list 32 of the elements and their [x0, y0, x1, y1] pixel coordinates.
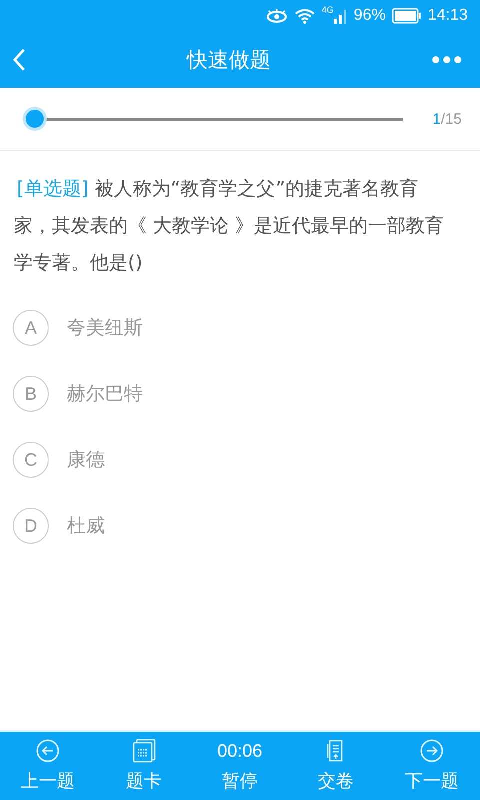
option-text: 赫尔巴特 — [67, 382, 143, 407]
answer-option[interactable]: C 康德 — [13, 442, 480, 478]
slider-thumb[interactable] — [23, 107, 47, 131]
footer-button[interactable]: 00:06 暂停 — [200, 739, 280, 793]
answer-option[interactable]: B 赫尔巴特 — [13, 376, 480, 412]
back-chevron-icon — [12, 48, 26, 72]
footer-button[interactable]: 交卷 — [296, 739, 376, 793]
battery-percent: 96% — [354, 7, 386, 25]
footer-button[interactable]: 下一题 — [392, 739, 472, 793]
question-text: [单选题] 被人称为“教育学之父”的捷克著名教育家，其发表的《 大教学论 》是近代最早的一部教育学专著。他是() — [14, 177, 446, 276]
answer-option[interactable]: A 夸美纽斯 — [13, 310, 480, 346]
option-letter: C — [13, 442, 49, 478]
option-text: 杜威 — [67, 514, 105, 539]
answer-option[interactable]: D 杜威 — [13, 508, 480, 544]
more-dots-icon — [432, 56, 462, 64]
signal-icon — [334, 8, 348, 24]
option-letter: A — [13, 310, 49, 346]
current-number: 1 — [432, 110, 442, 128]
footer-button[interactable]: 上一题 — [8, 739, 88, 793]
total-count: /15 — [441, 110, 462, 128]
wifi-icon — [294, 8, 316, 24]
footer-button[interactable]: 题卡 — [104, 739, 184, 793]
option-letter: D — [13, 508, 49, 544]
status-time: 14:13 — [428, 7, 468, 25]
option-letter: B — [13, 376, 49, 412]
eye-icon — [266, 8, 288, 24]
grid-card-icon — [132, 739, 156, 763]
page-title: 快速做题 — [187, 47, 271, 74]
option-text: 夸美纽斯 — [67, 316, 143, 341]
network-type: 4G — [322, 5, 334, 15]
battery-icon — [392, 8, 422, 24]
option-text: 康德 — [67, 448, 105, 473]
